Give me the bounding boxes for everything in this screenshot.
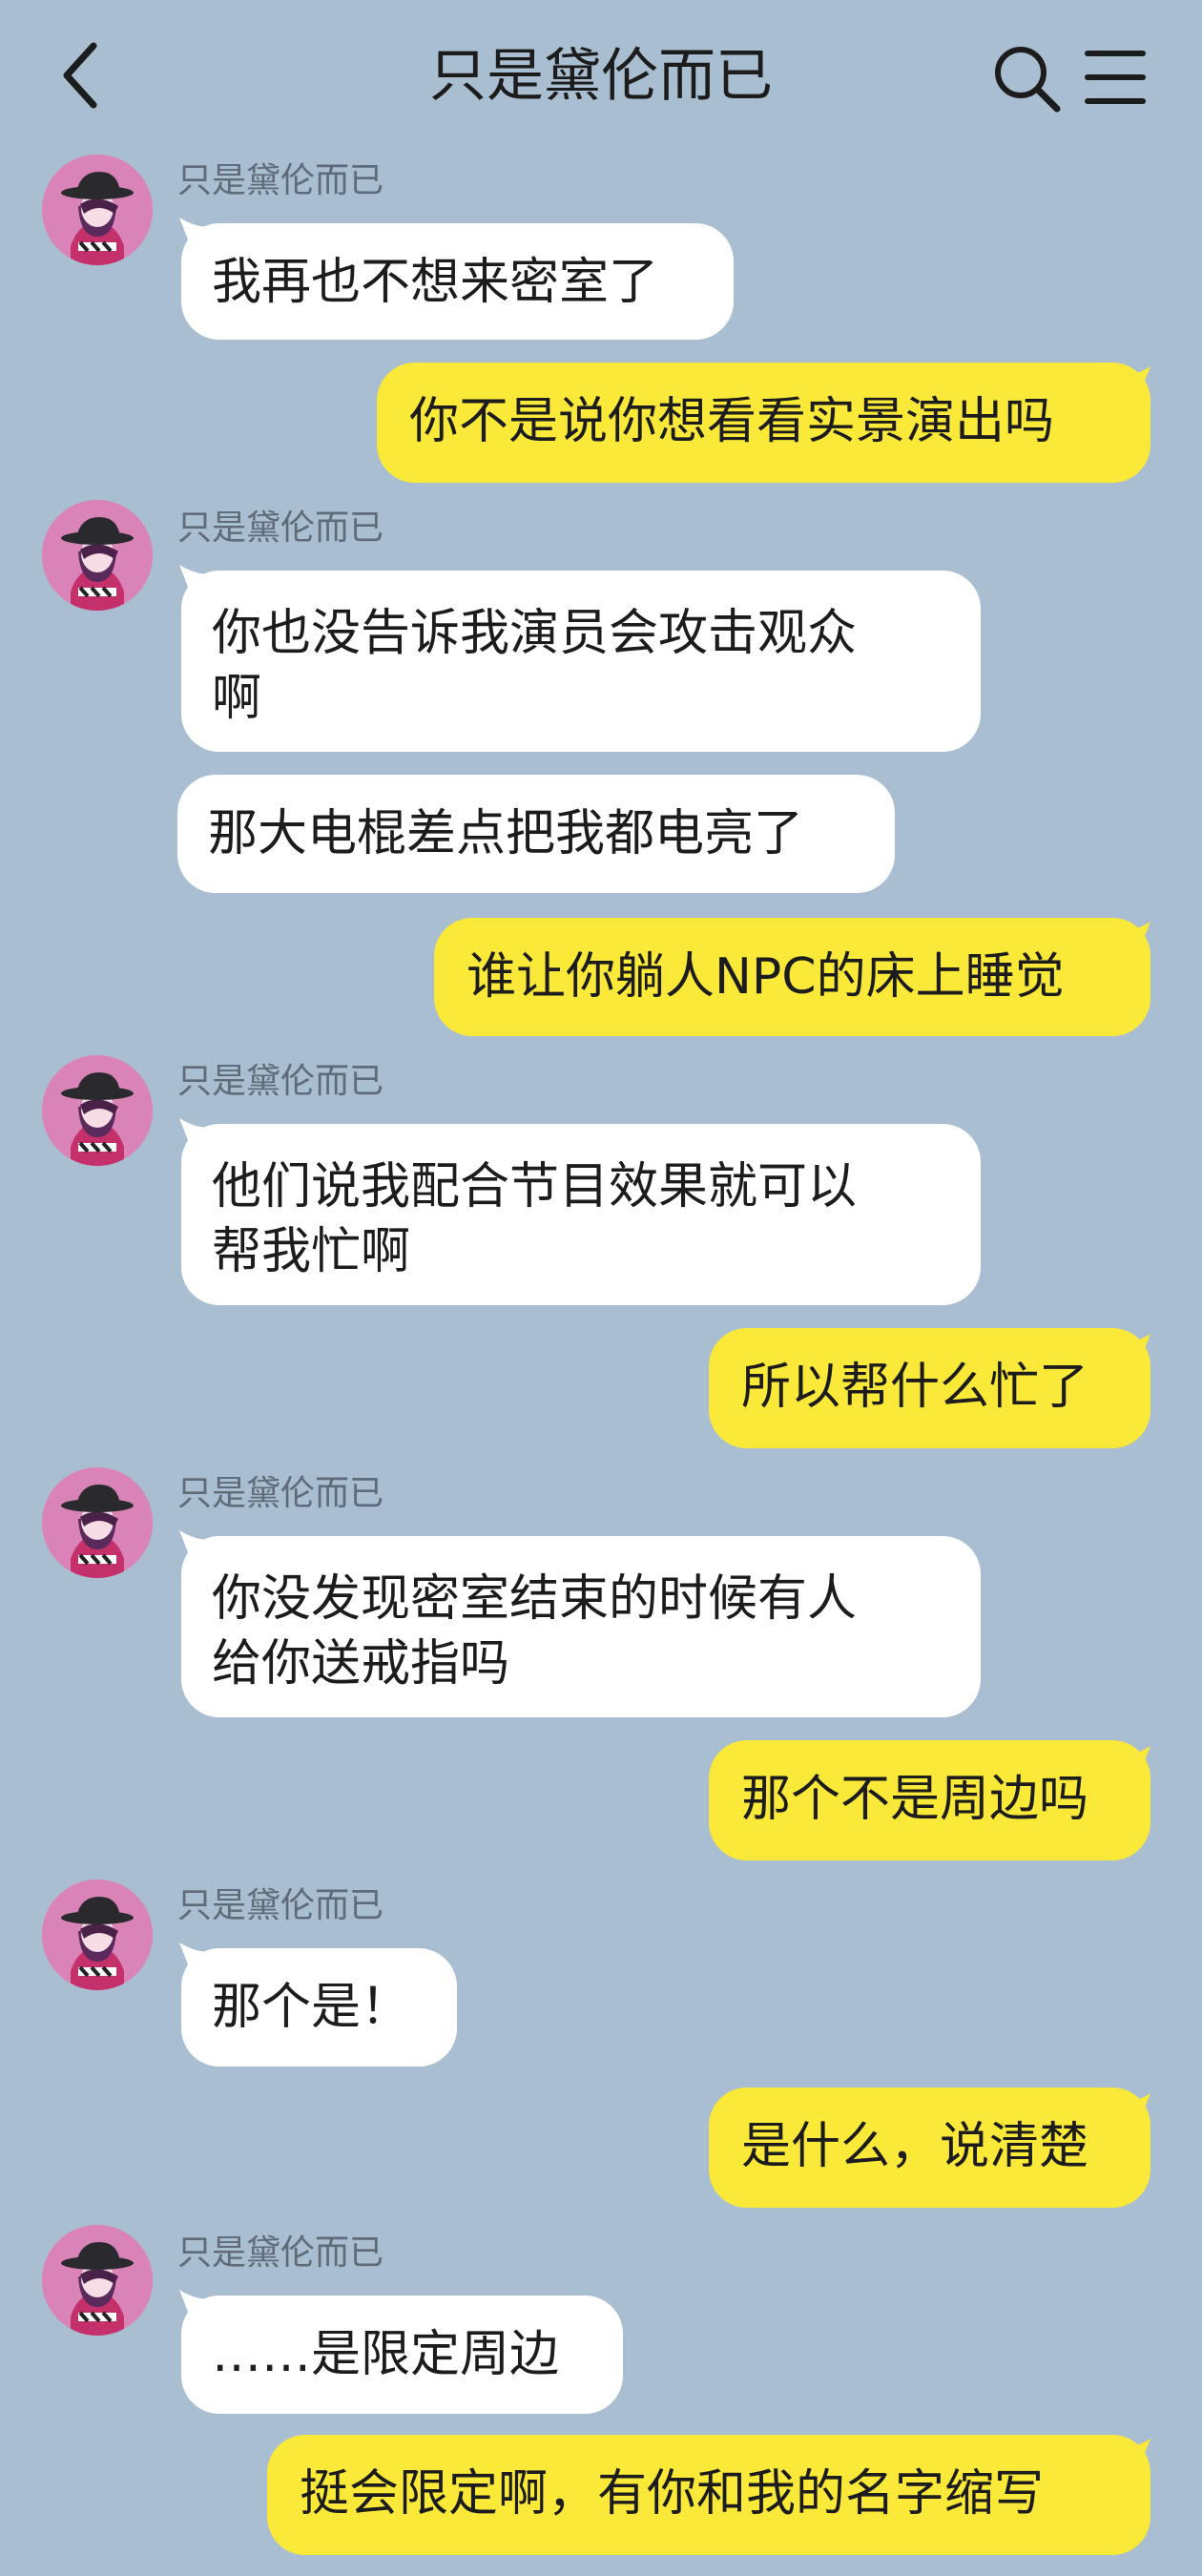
sender-name: 只是黛伦而已	[177, 1062, 384, 1101]
hamburger-menu-icon[interactable]	[1084, 46, 1147, 109]
sender-name: 只是黛伦而已	[177, 1474, 384, 1513]
sender-name: 只是黛伦而已	[177, 1886, 384, 1925]
avatar[interactable]	[42, 500, 153, 611]
sender-name: 只是黛伦而已	[177, 509, 384, 548]
message-bubble-outgoing[interactable]: 挺会限定啊，有你和我的名字缩写	[267, 2435, 1150, 2555]
message-bubble-incoming[interactable]: 你没发现密室结束的时候有人 给你送戒指吗	[181, 1536, 981, 1717]
message-bubble-outgoing[interactable]: 那个不是周边吗	[709, 1740, 1150, 1860]
avatar[interactable]	[42, 155, 153, 265]
message-bubble-incoming[interactable]: 他们说我配合节目效果就可以 帮我忙啊	[181, 1124, 981, 1305]
message-bubble-incoming[interactable]: 那个是！	[181, 1948, 457, 2067]
message-bubble-outgoing[interactable]: 你不是说你想看看实景演出吗	[377, 363, 1150, 483]
avatar[interactable]	[42, 1880, 153, 1990]
avatar-girl-with-hat-icon	[42, 500, 153, 611]
message-bubble-incoming[interactable]: 你也没告诉我演员会攻击观众 啊	[181, 571, 981, 752]
message-bubble-incoming[interactable]: 我再也不想来密室了	[181, 223, 734, 340]
avatar-girl-with-hat-icon	[42, 1055, 153, 1166]
message-bubble-outgoing[interactable]: 所以帮什么忙了	[709, 1328, 1150, 1448]
message-bubble-outgoing[interactable]: 是什么，说清楚	[709, 2088, 1150, 2208]
message-bubble-outgoing[interactable]: 谁让你躺人NPC的床上睡觉	[434, 918, 1150, 1036]
search-icon[interactable]	[990, 42, 1063, 114]
avatar[interactable]	[42, 2225, 153, 2336]
avatar-girl-with-hat-icon	[42, 1880, 153, 1990]
message-bubble-incoming[interactable]: ……是限定周边	[181, 2296, 623, 2414]
chat-screen: 只是黛伦而已 只是黛伦而已 我再也不想来密室了 你不是说你想看看实景演出吗 只是…	[0, 0, 1202, 2576]
sender-name: 只是黛伦而已	[177, 161, 384, 200]
avatar-girl-with-hat-icon	[42, 1467, 153, 1578]
avatar[interactable]	[42, 1467, 153, 1578]
avatar[interactable]	[42, 1055, 153, 1166]
top-bar: 只是黛伦而已	[0, 0, 1202, 153]
sender-name: 只是黛伦而已	[177, 2233, 384, 2273]
message-bubble-incoming[interactable]: 那大电棍差点把我都电亮了	[177, 775, 895, 893]
avatar-girl-with-hat-icon	[42, 2225, 153, 2336]
avatar-girl-with-hat-icon	[42, 155, 153, 265]
